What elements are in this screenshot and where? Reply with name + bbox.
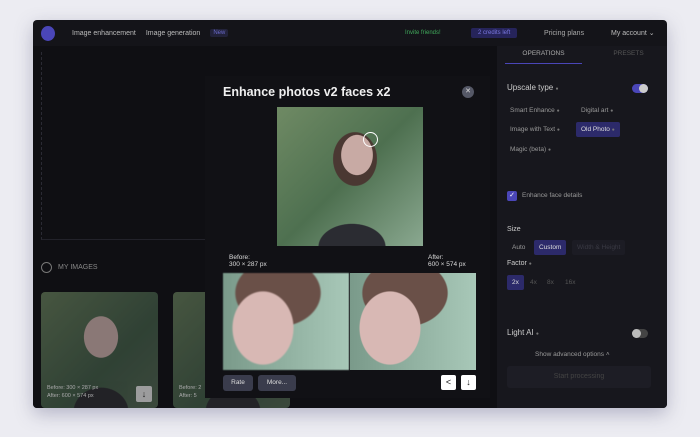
card-before: Before: 300 × 287 px: [47, 385, 99, 391]
after-crop: [350, 273, 476, 370]
size-custom[interactable]: Custom: [534, 240, 567, 255]
my-account-menu[interactable]: My account ⌄: [611, 29, 655, 37]
option-smart-enhance[interactable]: Smart Enhance ●: [505, 103, 565, 118]
option-digital-art[interactable]: Digital art ●: [576, 103, 618, 118]
rate-button[interactable]: Rate: [223, 375, 253, 391]
select-all-checkbox[interactable]: [41, 262, 52, 273]
before-title: Before:: [229, 254, 250, 261]
magnifier-handle[interactable]: [363, 132, 378, 147]
factor-4x[interactable]: 4x: [525, 275, 542, 290]
size-width-height[interactable]: Width & Height: [572, 240, 626, 255]
info-icon: ●: [547, 147, 551, 153]
light-ai-label: Light AI ●: [507, 328, 539, 337]
upscale-toggle[interactable]: [632, 84, 648, 93]
toggle-knob: [632, 329, 641, 338]
chevron-up-icon: ˄: [605, 351, 610, 358]
more-button[interactable]: More...: [258, 375, 296, 391]
chevron-down-icon: ⌄: [648, 30, 655, 37]
info-icon[interactable]: ●: [529, 261, 532, 267]
my-images-header: MY IMAGES: [41, 262, 98, 273]
my-images-title: MY IMAGES: [58, 264, 98, 271]
face-details-checkbox[interactable]: ✓: [507, 191, 517, 201]
option-label: Image with Text: [510, 126, 556, 133]
toggle-knob: [639, 84, 648, 93]
card-before: Before: 2: [179, 385, 202, 391]
app-window: Image enhancement Image generation New I…: [33, 20, 667, 408]
option-old-photo[interactable]: Old Photo ●: [576, 122, 620, 137]
before-label: Before: 300 × 287 px: [229, 254, 267, 268]
after-title: After:: [428, 254, 444, 261]
download-icon[interactable]: ↓: [136, 386, 152, 402]
option-label: Digital art: [581, 107, 609, 114]
size-label: Size: [507, 226, 521, 233]
advanced-label: Show advanced options: [535, 351, 605, 358]
card-after: After: 5: [179, 393, 197, 399]
settings-panel: OPERATIONS PRESETS Upscale type ● Smart E…: [497, 46, 667, 408]
after-label: After: 600 × 574 px: [428, 254, 466, 268]
option-label: Smart Enhance: [510, 107, 555, 114]
card-after: After: 600 × 574 px: [47, 393, 94, 399]
info-icon: ●: [556, 108, 560, 114]
before-crop: [223, 273, 349, 370]
upscale-type-text: Upscale type: [507, 83, 554, 92]
after-size: 600 × 574 px: [428, 261, 466, 268]
download-icon[interactable]: ↓: [461, 375, 476, 390]
light-ai-toggle[interactable]: [632, 329, 648, 338]
info-icon[interactable]: ●: [555, 86, 558, 92]
new-badge: New: [210, 29, 229, 37]
account-label: My account: [611, 30, 647, 37]
factor-label: Factor ●: [507, 260, 532, 267]
result-image[interactable]: [277, 107, 423, 246]
invite-friends-link[interactable]: Invite friends!: [405, 30, 441, 36]
info-icon: ●: [611, 127, 615, 133]
logo[interactable]: [41, 25, 55, 41]
size-auto[interactable]: Auto: [507, 240, 530, 255]
option-magic-beta[interactable]: Magic (beta) ●: [505, 142, 556, 157]
credits-badge[interactable]: 2 credits left: [471, 28, 518, 38]
face-details-label: Enhance face details: [522, 192, 583, 199]
factor-2x[interactable]: 2x: [507, 275, 524, 290]
upscale-type-label: Upscale type ●: [507, 83, 559, 92]
pricing-plans-link[interactable]: Pricing plans: [544, 30, 584, 37]
light-ai-text: Light AI: [507, 328, 534, 337]
option-label: Old Photo: [581, 126, 610, 133]
option-label: Magic (beta): [510, 146, 547, 153]
start-processing-button[interactable]: Start processing: [507, 366, 651, 388]
tab-operations[interactable]: OPERATIONS: [505, 50, 582, 64]
info-icon: ●: [610, 108, 614, 114]
info-icon: ●: [556, 127, 560, 133]
show-advanced-options[interactable]: Show advanced options ˄: [535, 351, 610, 358]
factor-16x[interactable]: 16x: [560, 275, 580, 290]
modal-title: Enhance photos v2 faces x2: [223, 85, 391, 99]
before-size: 300 × 287 px: [229, 261, 267, 268]
factor-8x[interactable]: 8x: [542, 275, 559, 290]
close-icon[interactable]: ✕: [462, 86, 474, 98]
info-icon[interactable]: ●: [536, 331, 539, 337]
tab-presets[interactable]: PRESETS: [590, 50, 667, 64]
top-bar: Image enhancement Image generation New I…: [33, 20, 667, 46]
factor-text: Factor: [507, 260, 527, 267]
option-image-with-text[interactable]: Image with Text ●: [505, 122, 565, 137]
image-card[interactable]: Before: 300 × 287 px After: 600 × 574 px …: [41, 292, 158, 408]
workspace: MY IMAGES Before: 300 × 287 px After: 600…: [33, 46, 497, 408]
nav-image-generation[interactable]: Image generation: [146, 30, 200, 37]
share-icon[interactable]: <: [441, 375, 456, 390]
result-modal: Enhance photos v2 faces x2 ✕ Before: 300 …: [205, 76, 490, 398]
nav-image-enhancement[interactable]: Image enhancement: [72, 30, 136, 37]
